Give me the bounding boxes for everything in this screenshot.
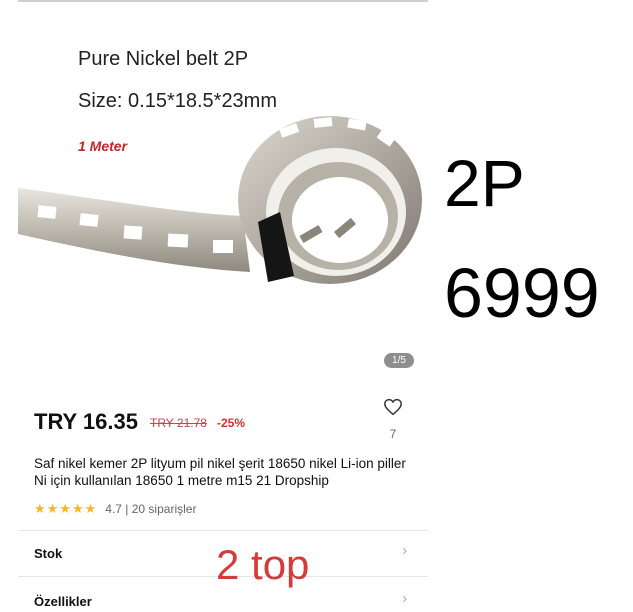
product-old-price: TRY 21.78: [150, 416, 207, 430]
rating-row[interactable]: ★★★★★ 4.7 | 20 siparişler: [34, 501, 196, 517]
chevron-right-icon[interactable]: ›: [402, 590, 407, 608]
discount-badge: -25%: [217, 416, 246, 430]
star-rating-icon: ★★★★★: [34, 501, 98, 516]
image-length-text: 1 Meter: [78, 138, 128, 154]
stock-row-label[interactable]: Stok: [34, 546, 62, 561]
image-title: Pure Nickel belt 2P: [78, 48, 249, 70]
wishlist-button[interactable]: [382, 398, 404, 421]
overlay-price-note: 6999: [444, 254, 600, 332]
features-row-label[interactable]: Özellikler: [34, 594, 92, 609]
rating-summary: 4.7 | 20 siparişler: [105, 502, 197, 516]
product-price: TRY 16.35: [34, 409, 138, 434]
heart-icon[interactable]: [383, 398, 403, 416]
overlay-top-note: 2 top: [216, 541, 310, 588]
image-pager-badge: 1/5: [384, 353, 414, 368]
image-size-text: Size: 0.15*18.5*23mm: [78, 90, 278, 112]
product-image[interactable]: Pure Nickel belt 2P Size: 0.15*18.5*23mm…: [18, 2, 428, 380]
product-description: Saf nikel kemer 2P lityum pil nikel şeri…: [34, 456, 406, 488]
wishlist-count: 7: [389, 427, 397, 441]
divider: [18, 530, 428, 531]
overlay-label-2p: 2P: [444, 146, 525, 220]
chevron-right-icon[interactable]: ›: [402, 542, 407, 560]
